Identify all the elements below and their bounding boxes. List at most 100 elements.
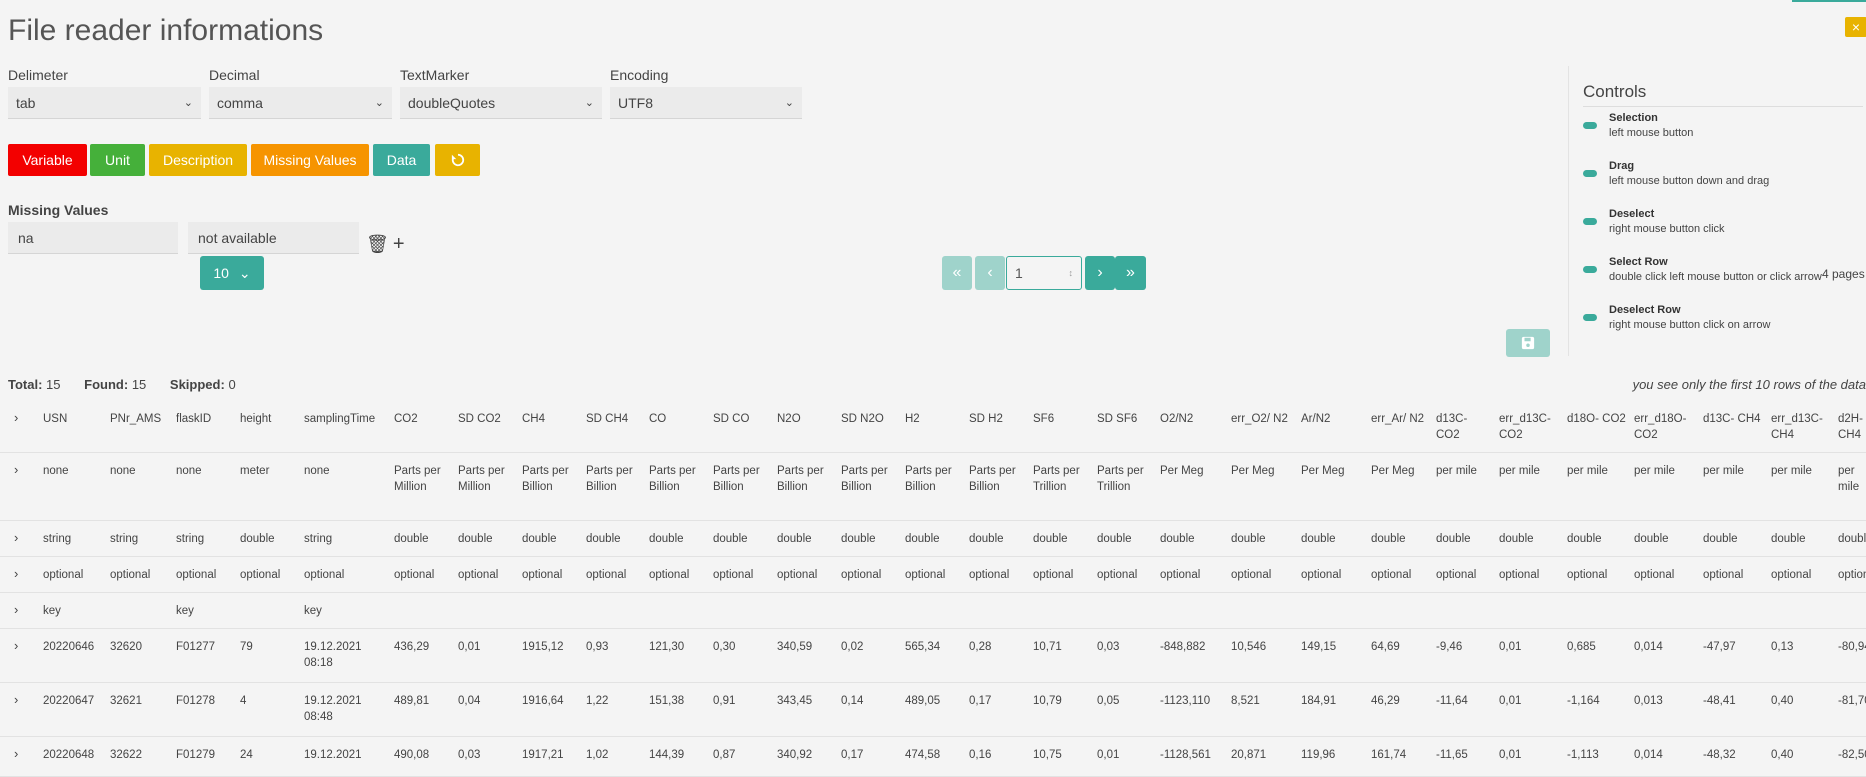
last-page-button[interactable]: »	[1115, 256, 1146, 290]
table-cell[interactable]: 343,45	[777, 693, 837, 709]
table-cell[interactable]: double	[394, 531, 454, 547]
table-cell[interactable]: Parts per Billion	[841, 463, 901, 495]
table-cell[interactable]: 1,22	[586, 693, 646, 709]
table-cell[interactable]: double	[586, 531, 646, 547]
table-cell[interactable]: SD N2O	[841, 411, 901, 427]
table-cell[interactable]: string	[304, 531, 390, 547]
table-cell[interactable]: 0,13	[1771, 639, 1835, 655]
table-cell[interactable]: 0,685	[1567, 639, 1629, 655]
row-expand-arrow-icon[interactable]: ›	[14, 566, 18, 581]
close-button[interactable]: ×	[1845, 17, 1866, 37]
table-cell[interactable]: O2/N2	[1160, 411, 1226, 427]
row-expand-arrow-icon[interactable]: ›	[14, 410, 18, 425]
table-cell[interactable]: 0,014	[1634, 639, 1698, 655]
table-cell[interactable]: per mile	[1838, 463, 1866, 495]
table-cell[interactable]: err_d18O- CO2	[1634, 411, 1698, 443]
metadata-row[interactable]: › string string string double string double dou…	[0, 520, 1866, 557]
table-cell[interactable]: 0,14	[841, 693, 901, 709]
table-cell[interactable]: string	[110, 531, 172, 547]
table-cell[interactable]: 79	[240, 639, 298, 655]
table-cell[interactable]: 32621	[110, 693, 172, 709]
table-cell[interactable]: 0,04	[458, 693, 518, 709]
table-cell[interactable]: Per Meg	[1371, 463, 1431, 479]
table-cell[interactable]: err_d13C- CH4	[1771, 411, 1835, 443]
table-cell[interactable]: optional	[713, 567, 773, 583]
table-cell[interactable]: optional	[304, 567, 390, 583]
table-cell[interactable]: per mile	[1436, 463, 1494, 479]
table-cell[interactable]: double	[1634, 531, 1698, 547]
table-cell[interactable]: err_d13C- CO2	[1499, 411, 1563, 443]
table-cell[interactable]: optional	[1097, 567, 1157, 583]
table-cell[interactable]: per mile	[1634, 463, 1698, 479]
table-cell[interactable]: USN	[43, 411, 103, 427]
table-cell[interactable]: none	[176, 463, 236, 479]
table-cell[interactable]: optional	[522, 567, 582, 583]
table-cell[interactable]: double	[458, 531, 518, 547]
table-cell[interactable]: 0,93	[586, 639, 646, 655]
table-cell[interactable]: double	[1567, 531, 1629, 547]
table-cell[interactable]: samplingTime	[304, 411, 390, 427]
table-cell[interactable]: Ar/N2	[1301, 411, 1365, 427]
table-cell[interactable]: SD H2	[969, 411, 1029, 427]
table-cell[interactable]: 121,30	[649, 639, 709, 655]
table-cell[interactable]: optional	[1634, 567, 1698, 583]
table-cell[interactable]: 0,30	[713, 639, 773, 655]
table-cell[interactable]: none	[110, 463, 172, 479]
table-cell[interactable]: optional	[969, 567, 1029, 583]
table-cell[interactable]: 0,02	[841, 639, 901, 655]
table-cell[interactable]: optional	[649, 567, 709, 583]
table-cell[interactable]: none	[43, 463, 103, 479]
table-cell[interactable]: N2O	[777, 411, 837, 427]
table-cell[interactable]: 10,79	[1033, 693, 1093, 709]
table-cell[interactable]: optional	[1436, 567, 1494, 583]
table-cell[interactable]: 0,013	[1634, 693, 1698, 709]
table-cell[interactable]: err_Ar/ N2	[1371, 411, 1431, 427]
table-cell[interactable]: optional	[841, 567, 901, 583]
table-cell[interactable]: 10,546	[1231, 639, 1295, 655]
table-cell[interactable]: optional	[1160, 567, 1226, 583]
table-cell[interactable]: 20220647	[43, 693, 103, 709]
table-cell[interactable]: 8,521	[1231, 693, 1295, 709]
table-cell[interactable]: d13C- CH4	[1703, 411, 1765, 427]
table-cell[interactable]: per mile	[1499, 463, 1563, 479]
table-cell[interactable]: double	[905, 531, 965, 547]
table-cell[interactable]: -81,70	[1838, 693, 1866, 709]
save-button[interactable]	[1506, 329, 1550, 357]
row-expand-arrow-icon[interactable]: ›	[14, 530, 18, 545]
table-cell[interactable]: -1,164	[1567, 693, 1629, 709]
table-cell[interactable]: Parts per Million	[394, 463, 454, 495]
row-expand-arrow-icon[interactable]: ›	[14, 638, 18, 653]
table-cell[interactable]: Parts per Billion	[969, 463, 1029, 495]
table-row[interactable]: › 20220647 32621 F01278 4 19.12.2021 08:48 489…	[0, 682, 1866, 737]
table-cell[interactable]: 46,29	[1371, 693, 1431, 709]
trash-icon[interactable]: 🗑	[366, 234, 389, 255]
table-cell[interactable]: double	[1231, 531, 1295, 547]
table-cell[interactable]: Parts per Billion	[586, 463, 646, 495]
table-cell[interactable]: key	[176, 603, 236, 619]
table-cell[interactable]: double	[649, 531, 709, 547]
table-cell[interactable]: -9,46	[1436, 639, 1494, 655]
table-cell[interactable]: optional	[458, 567, 518, 583]
table-cell[interactable]: 0,01	[1499, 693, 1563, 709]
table-cell[interactable]: F01277	[176, 639, 236, 655]
table-cell[interactable]: 151,38	[649, 693, 709, 709]
table-cell[interactable]: Parts per Trillion	[1033, 463, 1093, 495]
decimal-select[interactable]: comma ⌄	[209, 87, 392, 119]
table-cell[interactable]: d18O- CO2	[1567, 411, 1629, 427]
table-cell[interactable]: Per Meg	[1231, 463, 1295, 479]
table-cell[interactable]: Parts per Billion	[649, 463, 709, 495]
table-cell[interactable]: double	[1097, 531, 1157, 547]
metadata-row[interactable]: › key key key	[0, 592, 1866, 629]
table-cell[interactable]: -1123,110	[1160, 693, 1226, 709]
table-cell[interactable]: -47,97	[1703, 639, 1765, 655]
table-cell[interactable]: optional	[110, 567, 172, 583]
table-cell[interactable]: Parts per Trillion	[1097, 463, 1157, 495]
table-cell[interactable]: d2H- CH4	[1838, 411, 1866, 443]
table-cell[interactable]: Per Meg	[1160, 463, 1226, 479]
table-cell[interactable]: optional	[777, 567, 837, 583]
table-cell[interactable]: PNr_AMS	[110, 411, 172, 427]
table-cell[interactable]: 0,01	[458, 639, 518, 655]
table-cell[interactable]: 340,59	[777, 639, 837, 655]
textmarker-select[interactable]: doubleQuotes ⌄	[400, 87, 602, 119]
missing-value-field[interactable]: not available	[188, 222, 359, 254]
